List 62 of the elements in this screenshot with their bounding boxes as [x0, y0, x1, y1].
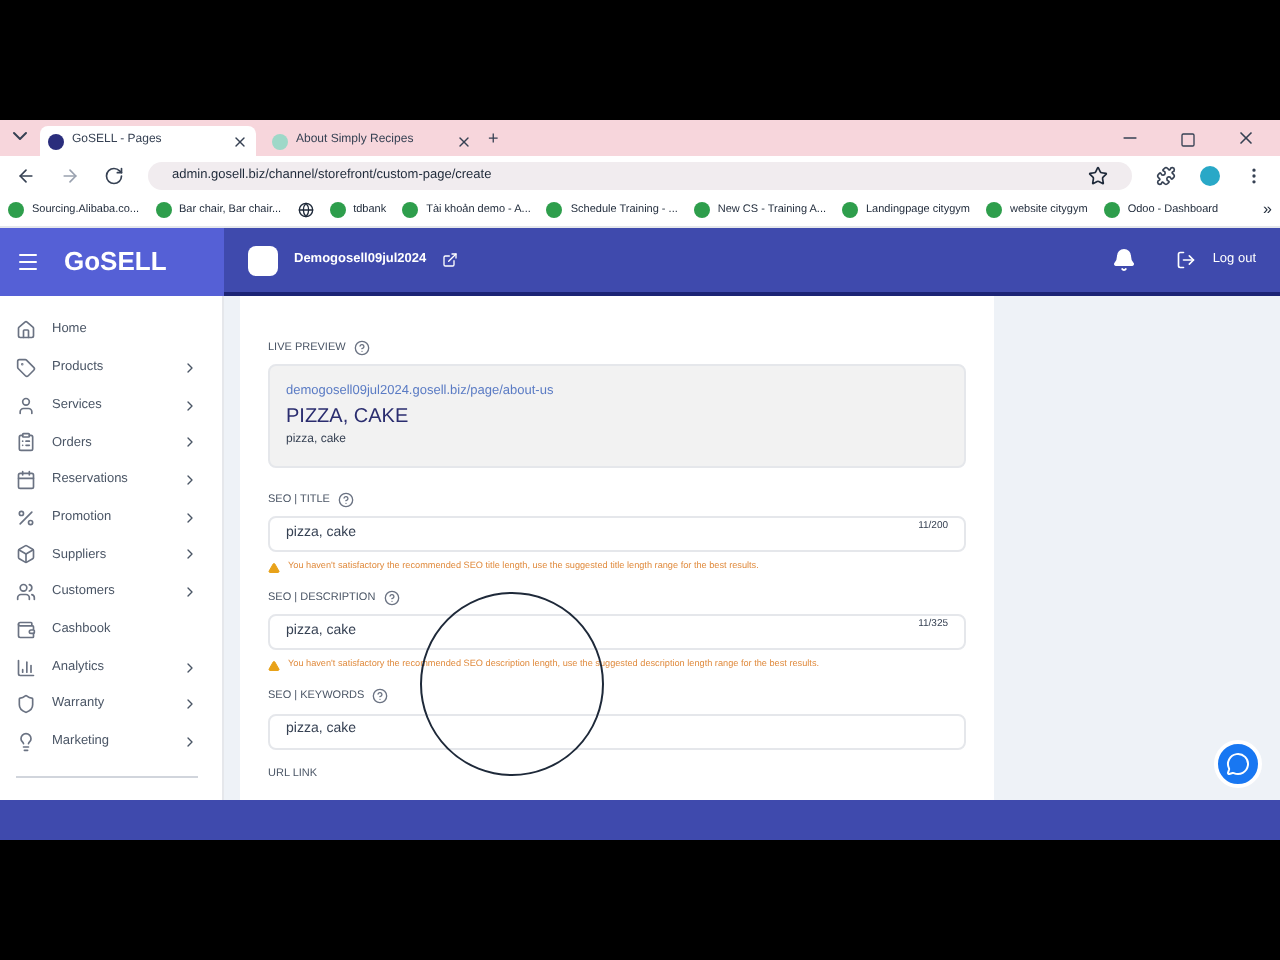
menu-item-icon: [16, 395, 36, 416]
globe-icon: [297, 202, 314, 218]
chevron-icon: [182, 546, 198, 563]
chevron-icon: [182, 584, 198, 601]
menu-item-icon: [16, 694, 36, 715]
preview-title: PIZZA, CAKE: [286, 404, 411, 432]
menu-item-icon: [16, 657, 36, 678]
help-icon[interactable]: [383, 590, 400, 607]
maximize-icon[interactable]: [1180, 132, 1196, 148]
warning-icon: [268, 561, 280, 574]
help-icon[interactable]: [372, 688, 389, 705]
extensions-icon[interactable]: [1156, 165, 1176, 185]
favicon-icon: [272, 133, 288, 149]
chevron-icon: [182, 472, 198, 489]
menu-item-icon: [16, 582, 36, 603]
menu-item-icon: [16, 470, 36, 491]
menu-item-icon: [16, 358, 36, 379]
close-icon[interactable]: [456, 133, 472, 149]
bookmark-star-icon[interactable]: [1088, 165, 1108, 185]
forward-icon[interactable]: [60, 165, 80, 185]
store-logo: [248, 245, 278, 275]
logout-icon[interactable]: [1176, 250, 1197, 270]
messenger-icon: [1226, 752, 1250, 776]
bookmark-item[interactable]: [297, 202, 314, 218]
external-link-icon[interactable]: [442, 252, 459, 268]
messenger-button[interactable]: [1214, 740, 1262, 788]
bookmark-favicon-icon: [842, 202, 858, 218]
bookmark-favicon-icon: [402, 202, 419, 218]
chevron-icon: [182, 397, 198, 414]
chevron-icon: [182, 509, 198, 526]
chevron-icon: [182, 434, 198, 451]
bookmark-favicon-icon: [693, 202, 710, 218]
back-icon[interactable]: [16, 165, 36, 185]
bookmark-favicon-icon: [155, 202, 172, 218]
chevron-icon: [182, 733, 198, 750]
new-tab-button[interactable]: +: [488, 125, 499, 152]
reload-icon[interactable]: [104, 165, 124, 185]
favicon-icon: [48, 133, 64, 149]
app-logo: GoSELL: [64, 244, 167, 281]
close-icon[interactable]: [1236, 128, 1256, 148]
profile-avatar[interactable]: [1200, 165, 1220, 185]
menu-item-icon: [16, 432, 36, 453]
menu-item-icon: [16, 619, 36, 640]
help-icon[interactable]: [337, 492, 354, 509]
chevron-icon: [182, 696, 198, 713]
close-icon[interactable]: [232, 133, 248, 149]
menu-item-icon: [16, 544, 36, 565]
notification-bell-icon[interactable]: [1112, 248, 1137, 272]
bookmark-favicon-icon: [1103, 202, 1120, 218]
chevron-icon: [182, 360, 198, 377]
menu-icon[interactable]: [16, 250, 40, 274]
bookmark-favicon-icon: [546, 202, 563, 218]
menu-item-icon: [16, 507, 36, 528]
bookmark-favicon-icon: [8, 202, 24, 218]
menu-item-icon: [16, 320, 36, 341]
more-bookmarks-button[interactable]: »: [1263, 198, 1272, 222]
chevron-icon: [182, 659, 198, 676]
bookmark-favicon-icon: [985, 202, 1002, 218]
help-icon[interactable]: [353, 340, 370, 357]
menu-item-icon: [16, 731, 36, 752]
bookmark-favicon-icon: [329, 202, 346, 218]
warning-icon: [268, 659, 280, 672]
